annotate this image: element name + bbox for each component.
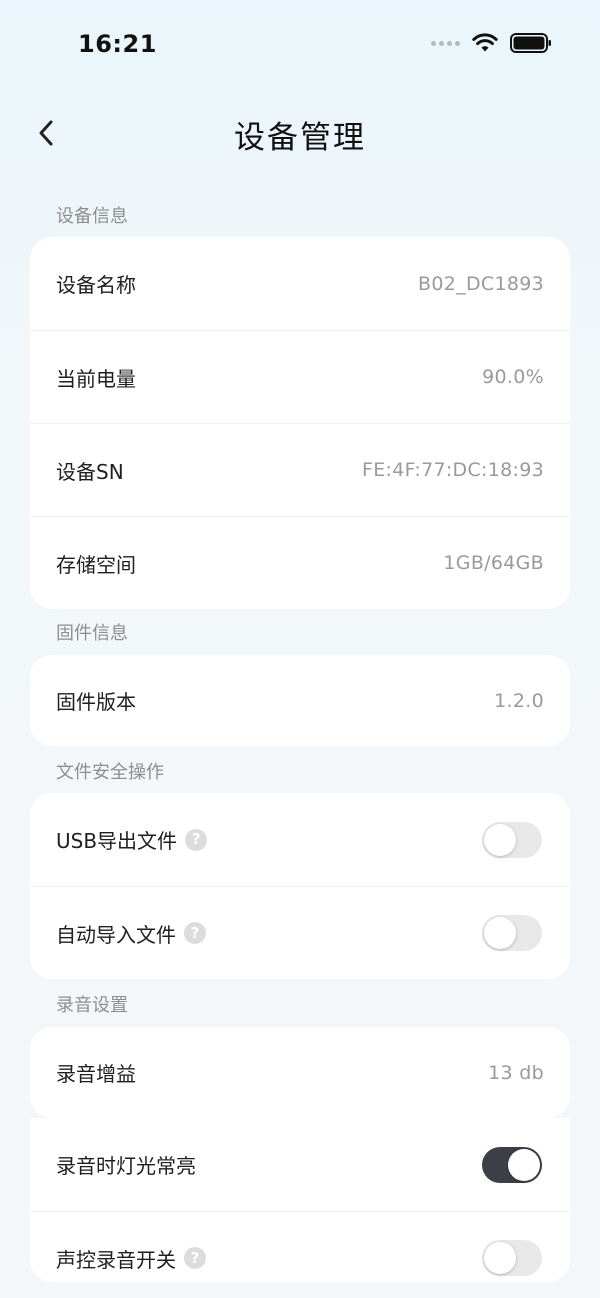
recording-settings-card: 录音时灯光常亮 声控录音开关 ? [30, 1118, 570, 1282]
row-value: 1.2.0 [494, 689, 544, 712]
row-label: 设备SN [56, 459, 124, 484]
row-recording-gain[interactable]: 录音增益 13 db [30, 1027, 570, 1118]
row-value: 13 db [488, 1061, 544, 1084]
row-voice-activated: 声控录音开关 ? [30, 1211, 570, 1282]
row-device-name: 设备名称 B02_DC1893 [30, 237, 570, 330]
row-firmware-version: 固件版本 1.2.0 [30, 655, 570, 746]
light-on-recording-toggle[interactable] [482, 1146, 542, 1183]
row-label: 存储空间 [56, 552, 136, 577]
row-label: 录音时灯光常亮 [56, 1154, 196, 1178]
wifi-icon [472, 33, 498, 52]
row-label: 固件版本 [56, 690, 136, 714]
cellular-signal-icon [431, 40, 460, 46]
help-icon[interactable]: ? [184, 922, 206, 944]
row-device-sn: 设备SN FE:4F:77:DC:18:93 [30, 423, 570, 516]
row-label: 设备名称 [56, 273, 136, 297]
file-security-card: USB导出文件 ? 自动导入文件 ? [30, 793, 570, 979]
nav-bar: 设备管理 [0, 100, 600, 166]
row-value: FE:4F:77:DC:18:93 [361, 459, 544, 481]
row-label: 录音增益 [56, 1062, 136, 1086]
row-battery-level: 当前电量 90.0% [30, 330, 570, 423]
section-label-device-info: 设备信息 [56, 206, 128, 227]
row-label: 当前电量 [56, 366, 136, 391]
status-bar: 16:21 [0, 0, 600, 90]
recording-gain-card: 录音增益 13 db [30, 1027, 570, 1118]
section-label-firmware-info: 固件信息 [56, 623, 128, 644]
usb-export-toggle[interactable] [482, 821, 542, 858]
toggle-knob [484, 917, 516, 949]
section-label-recording: 录音设置 [56, 995, 128, 1016]
status-indicators [431, 33, 552, 53]
row-label: 声控录音开关 [56, 1247, 176, 1272]
help-icon[interactable]: ? [184, 1247, 206, 1269]
row-usb-export: USB导出文件 ? [30, 793, 570, 886]
device-info-card: 设备名称 B02_DC1893 当前电量 90.0% 设备SN FE:4F:77… [30, 237, 570, 609]
row-value: B02_DC1893 [418, 272, 544, 295]
toggle-knob [484, 1242, 516, 1274]
toggle-knob [484, 823, 516, 856]
status-time: 16:21 [78, 30, 157, 58]
row-storage: 存储空间 1GB/64GB [30, 516, 570, 609]
section-label-file-security: 文件安全操作 [56, 762, 164, 783]
row-value: 90.0% [482, 366, 544, 388]
battery-icon [510, 33, 551, 53]
help-icon[interactable]: ? [185, 828, 208, 851]
row-value: 1GB/64GB [443, 552, 544, 574]
row-label: 自动导入文件 [56, 922, 176, 947]
row-label: USB导出文件 [56, 829, 178, 853]
voice-activated-toggle[interactable] [482, 1240, 542, 1276]
auto-import-toggle[interactable] [482, 915, 542, 951]
row-light-on-recording: 录音时灯光常亮 [30, 1118, 570, 1211]
row-auto-import: 自动导入文件 ? [30, 886, 570, 979]
page-title: 设备管理 [234, 120, 366, 156]
firmware-info-card: 固件版本 1.2.0 [30, 655, 570, 746]
toggle-knob [508, 1148, 540, 1181]
